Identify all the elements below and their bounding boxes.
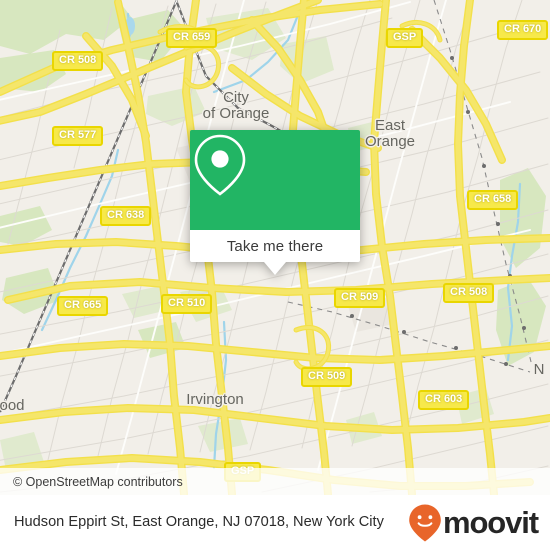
road-shield-cr-658: CR 658: [467, 190, 519, 210]
road-shield-cr-665: CR 665: [57, 296, 109, 316]
take-me-there-label: Take me there: [226, 237, 324, 255]
road-shield-cr-510: CR 510: [161, 294, 213, 314]
road-shield-cr-509-lower: CR 509: [301, 367, 353, 387]
location-pin-icon: [194, 134, 246, 196]
road-shield-cr-638: CR 638: [100, 206, 152, 226]
address-text: Hudson Eppirt St, East Orange, NJ 07018,…: [14, 514, 384, 530]
road-shield-gsp-top: GSP: [386, 28, 424, 48]
map-screenshot: .grn{fill:#cfe4b4;opacity:.78} .grn2{fil…: [0, 0, 550, 550]
road-shield-cr-603: CR 603: [418, 390, 470, 410]
road-shield-cr-670: CR 670: [497, 20, 549, 40]
road-shield-cr-508: CR 508: [52, 51, 104, 71]
popup-tail: [264, 262, 286, 275]
road-shield-cr-577: CR 577: [52, 126, 104, 146]
road-shield-cr-508-right: CR 508: [443, 283, 495, 303]
footer-bar: Hudson Eppirt St, East Orange, NJ 07018,…: [0, 495, 550, 550]
moovit-logo[interactable]: moovit: [408, 503, 550, 543]
location-popup-card[interactable]: Take me there: [190, 130, 360, 275]
popup-header: [190, 130, 360, 230]
map-attribution: © OpenStreetMap contributors: [0, 468, 550, 495]
road-shield-cr-659: CR 659: [166, 28, 218, 48]
attribution-text[interactable]: © OpenStreetMap contributors: [0, 475, 183, 489]
moovit-wordmark: moovit: [442, 505, 539, 540]
road-shield-cr-509-upper: CR 509: [334, 288, 386, 308]
take-me-there-button[interactable]: Take me there: [190, 230, 360, 262]
moovit-smile-pin-icon: [409, 504, 441, 541]
map-canvas[interactable]: .grn{fill:#cfe4b4;opacity:.78} .grn2{fil…: [0, 0, 550, 495]
